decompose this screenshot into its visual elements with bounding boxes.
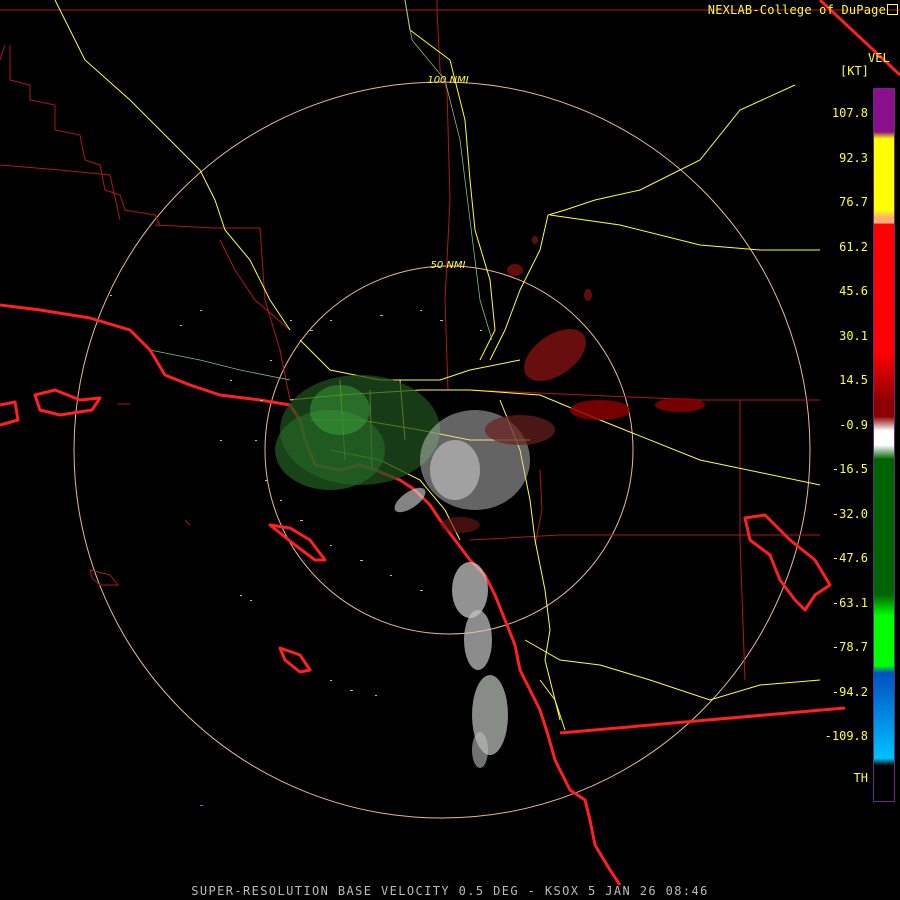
radar-map: 100 NMI 50 NMI: [0, 0, 900, 886]
legend-tick: 107.8: [831, 106, 868, 120]
legend-th-label: TH: [853, 771, 868, 785]
legend-unit: [KT]: [840, 64, 869, 78]
legend-tick: -47.6: [831, 551, 868, 565]
legend-tick: -32.0: [831, 506, 868, 521]
legend-tick: -109.8: [824, 729, 868, 743]
credit-text: NEXLAB-College of DuPage: [707, 3, 886, 17]
legend-tick: 45.6: [839, 284, 868, 298]
legend-tick: -16.5: [831, 462, 868, 476]
ring-label-100: 100 NMI: [427, 75, 468, 86]
route-line-west: [149, 349, 291, 381]
legend-tick: -78.7: [831, 640, 868, 654]
echo-green-area: [275, 375, 440, 490]
velocity-colorbar: [873, 88, 895, 802]
legend-tick: 61.2: [839, 239, 868, 254]
highways: [54, 0, 821, 731]
legend-tick: -63.1: [831, 595, 868, 610]
legend-tick: 30.1: [839, 328, 868, 343]
legend-tick: -0.9: [839, 417, 868, 432]
legend-tick: 76.7: [839, 195, 868, 209]
route-line: [404, 0, 493, 341]
ring-label-50: 50 NMI: [431, 260, 466, 271]
product-caption: SUPER-RESOLUTION BASE VELOCITY 0.5 DEG -…: [191, 884, 709, 898]
echo-speckle: [110, 295, 482, 806]
corner-arrow-icon: [887, 4, 898, 15]
islands-thin: [89, 403, 191, 586]
legend-title: VEL: [868, 51, 890, 65]
county-borders: [0, 0, 900, 681]
coastlines: [0, 303, 846, 886]
legend-tick: -94.2: [831, 684, 868, 699]
legend-tick: 92.3: [839, 150, 868, 165]
legend-tick: 14.5: [839, 373, 868, 387]
